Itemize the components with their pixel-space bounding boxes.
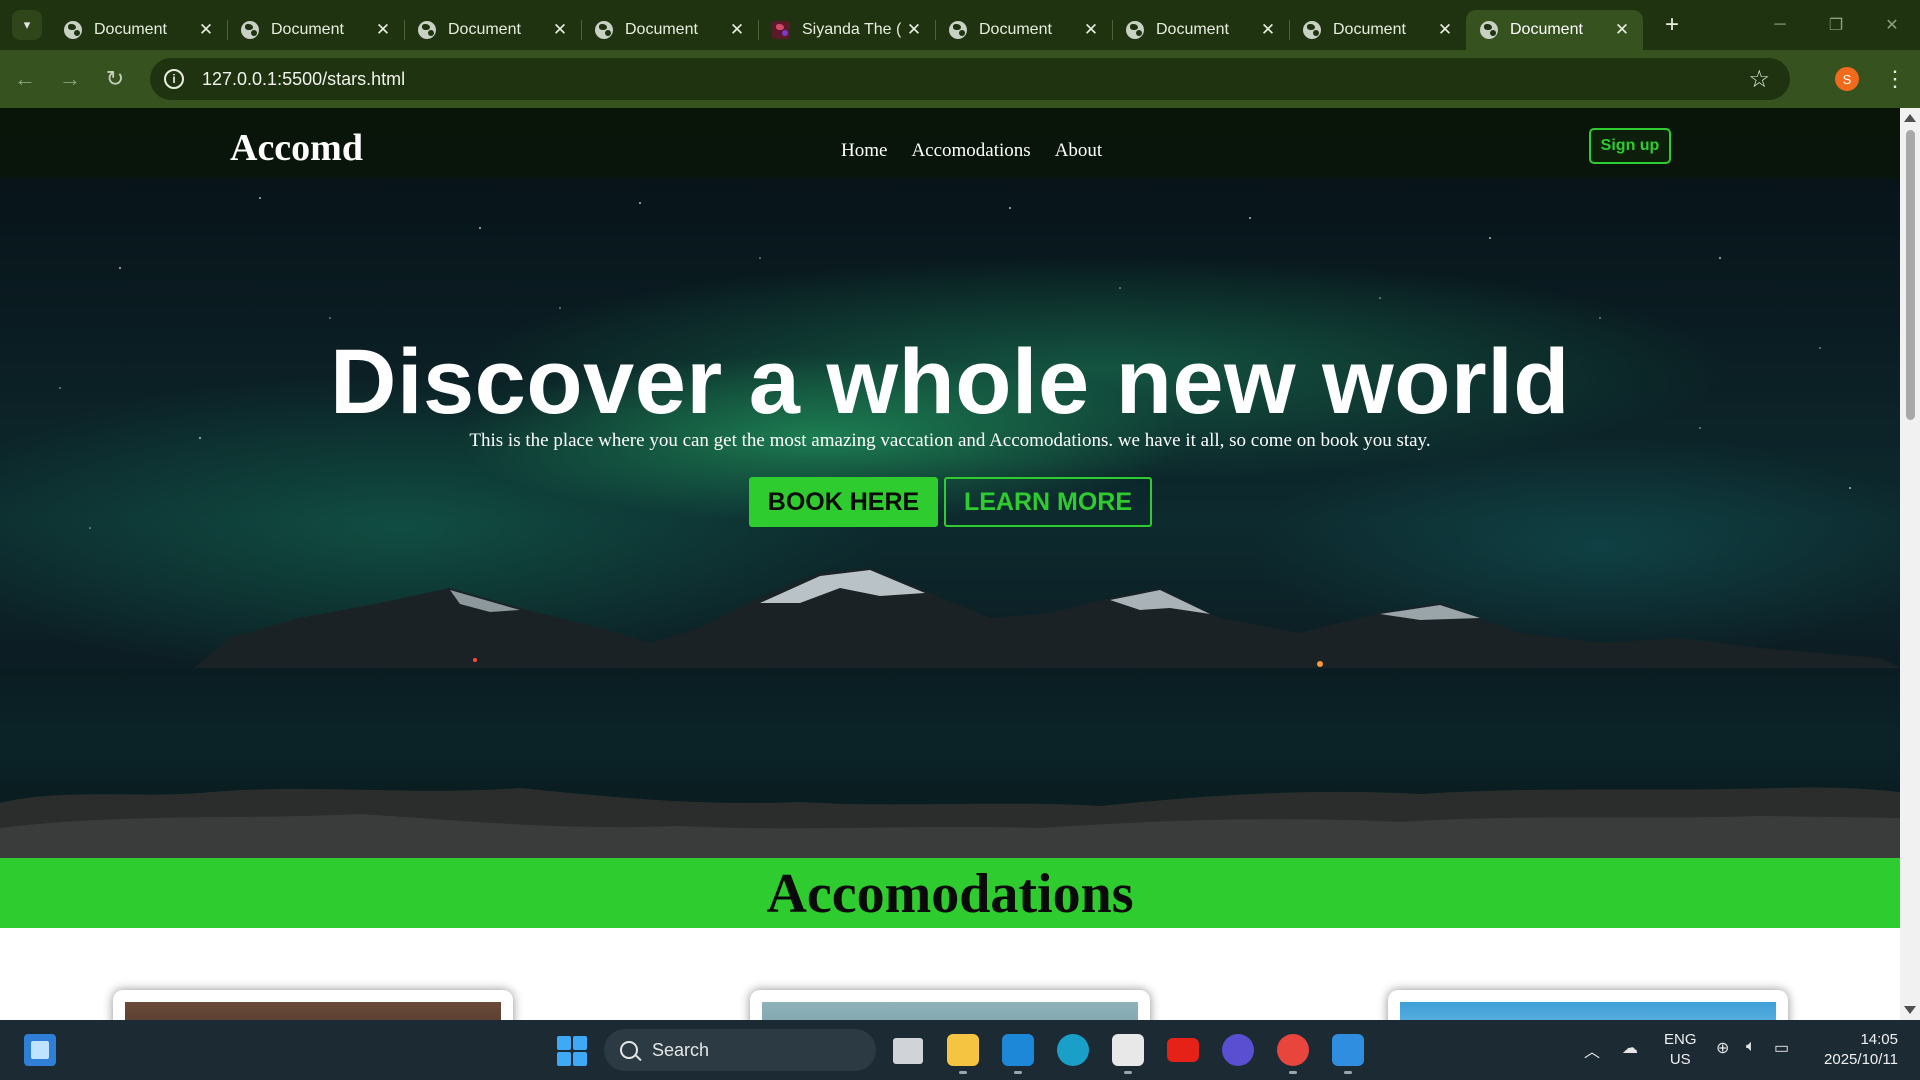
signup-button[interactable]: Sign up <box>1589 128 1671 164</box>
globe-icon <box>1126 21 1144 39</box>
browser-tab[interactable]: Siyanda The (✕ <box>758 10 936 50</box>
globe-icon <box>418 21 436 39</box>
globe-icon <box>241 21 259 39</box>
scroll-up-icon[interactable] <box>1904 114 1916 122</box>
globe-icon <box>64 21 82 39</box>
tab-close-icon[interactable]: ✕ <box>905 20 923 40</box>
browser-tab[interactable]: Document ✕ <box>1289 10 1467 50</box>
globe-icon <box>595 21 613 39</box>
browser-tab[interactable]: Document ✕ <box>50 10 228 50</box>
tab-search-chevron-icon[interactable]: ▾ <box>12 10 42 40</box>
tab-close-icon[interactable]: ✕ <box>197 20 215 40</box>
browser-tab[interactable]: Document ✕ <box>227 10 405 50</box>
widgets-icon[interactable] <box>24 1034 56 1066</box>
taskbar-clock[interactable]: 14:05 2025/10/11 <box>1818 1030 1898 1070</box>
tray-chevron-up-icon[interactable]: ︿ <box>1584 1038 1600 1062</box>
restore-icon[interactable]: ❐ <box>1808 0 1864 50</box>
youtube-icon[interactable] <box>1167 1038 1199 1062</box>
tab-close-icon[interactable]: ✕ <box>551 20 569 40</box>
address-bar[interactable]: i 127.0.0.1:5500/stars.html ☆ <box>150 58 1790 100</box>
photos-app-icon[interactable] <box>1332 1034 1364 1074</box>
learn-more-button[interactable]: LEARN MORE <box>944 477 1152 527</box>
tab-close-icon[interactable]: ✕ <box>1082 20 1100 40</box>
site-logo[interactable]: Accomd <box>230 126 363 170</box>
window-controls: ─ ❐ ✕ <box>1752 0 1920 50</box>
browser-app-icon[interactable] <box>1222 1034 1254 1066</box>
file-explorer-icon[interactable] <box>947 1034 979 1074</box>
profile-avatar[interactable]: S <box>1835 67 1859 91</box>
nav-link-accomodations[interactable]: Accomodations <box>911 140 1030 162</box>
tab-close-icon[interactable]: ✕ <box>1436 20 1454 40</box>
bookmark-star-icon[interactable]: ☆ <box>1748 65 1770 94</box>
browser-tab[interactable]: Document ✕ <box>581 10 759 50</box>
browser-toolbar: ← → ↻ i 127.0.0.1:5500/stars.html ☆ S ⋮ <box>0 50 1920 108</box>
language-indicator[interactable]: ENG US <box>1664 1030 1697 1070</box>
task-view-icon[interactable] <box>893 1038 923 1064</box>
browser-tab[interactable]: Document ✕ <box>1112 10 1290 50</box>
windows-start-icon[interactable] <box>557 1036 587 1066</box>
new-tab-button[interactable]: + <box>1657 10 1687 40</box>
globe-icon <box>1480 21 1498 39</box>
globe-icon <box>1303 21 1321 39</box>
accomodation-card[interactable] <box>750 990 1150 1020</box>
card-image <box>1400 1002 1776 1020</box>
globe-icon <box>949 21 967 39</box>
onedrive-cloud-icon[interactable]: ☁ <box>1622 1038 1638 1058</box>
back-arrow-icon[interactable]: ← <box>5 59 45 99</box>
nav-link-home[interactable]: Home <box>841 140 887 162</box>
chrome-icon[interactable] <box>1277 1034 1309 1074</box>
nav-link-about[interactable]: About <box>1055 140 1103 162</box>
accomodation-cards <box>0 990 1900 1020</box>
taskbar-search-label: Search <box>652 1039 710 1060</box>
url-text[interactable]: 127.0.0.1:5500/stars.html <box>202 69 405 90</box>
card-image <box>762 1002 1138 1020</box>
page-scrollbar[interactable] <box>1900 108 1920 1020</box>
volume-icon[interactable]: 🔈︎ <box>1746 1038 1756 1056</box>
tab-close-icon[interactable]: ✕ <box>374 20 392 40</box>
card-image <box>125 1002 501 1020</box>
browser-tab[interactable]: Document ✕ <box>935 10 1113 50</box>
hero-title: Discover a whole new world <box>330 331 1570 433</box>
minimize-icon[interactable]: ─ <box>1752 0 1808 50</box>
page-viewport: Accomd Home Accomodations About Sign up … <box>0 108 1920 1020</box>
tab-close-icon[interactable]: ✕ <box>728 20 746 40</box>
scrollbar-thumb[interactable] <box>1906 130 1915 420</box>
reload-icon[interactable]: ↻ <box>95 59 135 99</box>
hero-subtitle: This is the place where you can get the … <box>469 430 1431 451</box>
forward-arrow-icon[interactable]: → <box>50 59 90 99</box>
battery-icon[interactable]: ▭ <box>1774 1038 1789 1058</box>
accomodation-card[interactable] <box>113 990 513 1020</box>
search-icon <box>620 1041 638 1059</box>
accomodation-card[interactable] <box>1388 990 1788 1020</box>
accomodations-header-band: Accomodations <box>0 858 1900 928</box>
tab-close-icon[interactable]: ✕ <box>1613 20 1631 40</box>
taskbar-search[interactable]: Search <box>604 1029 876 1071</box>
windows-taskbar: Search ︿ ☁ ENG US ⊕ 🔈︎ ▭ 14:05 2025/10/1… <box>0 1020 1920 1080</box>
hero-buttons: BOOK HERE LEARN MORE <box>749 477 1152 527</box>
browser-tab-active[interactable]: Document ✕ <box>1466 10 1643 50</box>
browser-tab-strip: ▾ Document ✕ Document ✕ Document ✕ Document… <box>0 0 1920 50</box>
scroll-down-icon[interactable] <box>1904 1006 1916 1014</box>
browser-menu-icon[interactable]: ⋮ <box>1880 62 1910 96</box>
hero-section: Accomd Home Accomodations About Sign up … <box>0 108 1900 858</box>
foreground-rocks <box>0 787 1900 858</box>
store-icon[interactable] <box>1112 1034 1144 1074</box>
network-icon[interactable]: ⊕ <box>1716 1038 1729 1058</box>
accomodations-heading: Accomodations <box>766 863 1134 925</box>
site-favicon-icon <box>772 21 790 39</box>
window-close-icon[interactable]: ✕ <box>1864 0 1920 50</box>
tab-list: Document ✕ Document ✕ Document ✕ Document ✕ … <box>50 0 1643 50</box>
nav-links: Home Accomodations About <box>841 140 1102 162</box>
edge-icon[interactable] <box>1057 1034 1089 1066</box>
site-info-icon[interactable]: i <box>164 69 184 89</box>
vscode-icon[interactable] <box>1002 1034 1034 1074</box>
book-here-button[interactable]: BOOK HERE <box>749 477 938 527</box>
tab-close-icon[interactable]: ✕ <box>1259 20 1277 40</box>
browser-tab[interactable]: Document ✕ <box>404 10 582 50</box>
site-navbar: Accomd Home Accomodations About Sign up <box>0 108 1900 178</box>
